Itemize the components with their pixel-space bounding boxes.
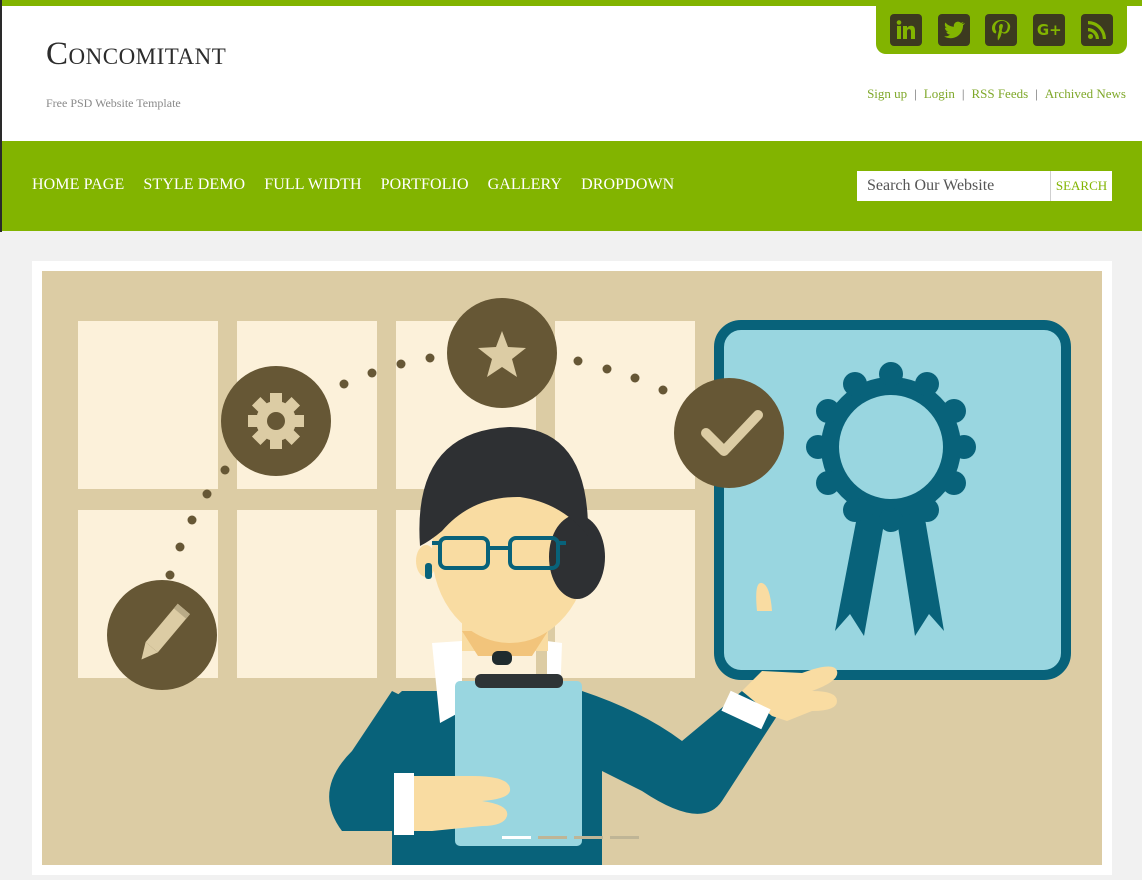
nav-menu: Home Page Style Demo Full Width Portfoli… bbox=[32, 176, 693, 194]
slide-illustration[interactable] bbox=[42, 271, 1102, 865]
nav-home-page[interactable]: Home Page bbox=[32, 176, 124, 194]
archived-news-link[interactable]: Archived News bbox=[1045, 86, 1126, 102]
nav-dropdown[interactable]: Dropdown bbox=[581, 176, 674, 194]
link-separator: | bbox=[914, 86, 917, 101]
slider-dot[interactable] bbox=[538, 836, 567, 839]
linkedin-icon[interactable] bbox=[889, 14, 922, 46]
pinterest-icon[interactable] bbox=[985, 14, 1018, 46]
google-plus-icon[interactable]: G+ bbox=[1033, 14, 1066, 46]
link-separator: | bbox=[1035, 86, 1038, 101]
search-input[interactable] bbox=[857, 171, 1050, 201]
search-button[interactable]: SEARCH bbox=[1050, 171, 1112, 201]
google-plus-glyph: G+ bbox=[1036, 21, 1062, 39]
site-tagline: Free PSD Website Template bbox=[46, 96, 181, 110]
rss-icon[interactable] bbox=[1081, 14, 1114, 46]
site-title[interactable]: Concomitant bbox=[46, 36, 226, 73]
signup-link[interactable]: Sign up bbox=[867, 86, 907, 102]
slider-dot[interactable] bbox=[502, 836, 531, 839]
nav-style-demo[interactable]: Style Demo bbox=[143, 176, 245, 194]
twitter-icon[interactable] bbox=[937, 14, 970, 46]
site-header: Concomitant Free PSD Website Template G+… bbox=[2, 6, 1142, 141]
social-bar: G+ bbox=[876, 6, 1127, 54]
main-nav: Home Page Style Demo Full Width Portfoli… bbox=[2, 141, 1142, 231]
slider-dot[interactable] bbox=[610, 836, 639, 839]
hero-slider bbox=[32, 261, 1112, 875]
rss-feeds-link[interactable]: RSS Feeds bbox=[971, 86, 1028, 102]
business-woman-illustration bbox=[42, 271, 1102, 865]
nav-portfolio[interactable]: Portfolio bbox=[381, 176, 469, 194]
link-separator: | bbox=[961, 86, 965, 101]
slider-pagination bbox=[502, 836, 639, 839]
nav-full-width[interactable]: Full Width bbox=[264, 176, 361, 194]
top-links: Sign up | Login | RSS Feeds | Archived N… bbox=[867, 86, 1126, 102]
login-link[interactable]: Login bbox=[924, 86, 955, 102]
check-circle bbox=[674, 378, 784, 488]
search-form: SEARCH bbox=[857, 171, 1112, 201]
slider-dot[interactable] bbox=[574, 836, 603, 839]
nav-gallery[interactable]: Gallery bbox=[488, 176, 562, 194]
